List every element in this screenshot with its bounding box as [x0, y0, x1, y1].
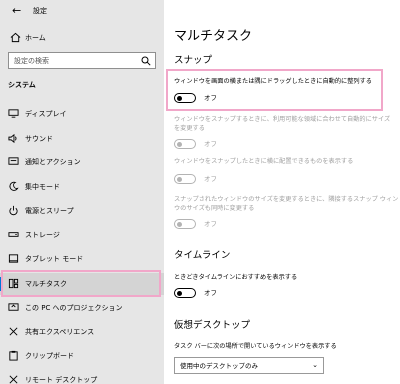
snap-adjacent-state: オフ [204, 220, 217, 228]
sidebar-item-label: クリップボード [25, 352, 74, 360]
notification-icon [8, 157, 19, 165]
snap-drag-state: オフ [204, 94, 217, 102]
display-icon [8, 109, 19, 118]
sidebar-item-projection[interactable]: この PC へのプロジェクション [0, 297, 164, 319]
sidebar-highlight-box [1, 270, 161, 297]
toggle-knob [177, 221, 182, 227]
sidebar-item-label: 共有エクスペリエンス [25, 328, 95, 336]
projection-icon [8, 303, 19, 311]
sidebar-item-clipboard[interactable]: クリップボード [0, 345, 164, 367]
storage-icon [8, 232, 19, 237]
remote-desktop-icon [9, 375, 18, 384]
snap-assist-toggle[interactable] [174, 174, 196, 184]
toggle-knob [177, 290, 182, 296]
back-arrow-icon[interactable]: ← [12, 4, 21, 18]
sidebar-item-display[interactable]: ディスプレイ [0, 103, 164, 125]
page-title: マルチタスク [174, 29, 253, 44]
sidebar-item-label: この PC へのプロジェクション [25, 304, 123, 312]
sidebar-item-label: 電源とスリープ [25, 207, 74, 215]
sidebar-item-label: タブレット モード [25, 255, 84, 263]
snap-adjacent-label-line2: ウのサイズも同時に変更する [174, 205, 255, 212]
section-title-snap: スナップ [174, 55, 213, 66]
home-nav-item[interactable]: ホーム [0, 29, 164, 47]
timeline-suggestions-toggle[interactable] [174, 288, 196, 298]
sidebar: ← 設定 ホーム 設定の検索 システム ディスプレイ サウンド 通知とアクション… [0, 0, 164, 384]
snap-assist-state: オフ [204, 175, 217, 183]
power-icon [9, 205, 18, 216]
sidebar-item-label: ディスプレイ [25, 110, 67, 118]
snap-adjacent-label-line1: スナップされたウィンドウのサイズを変更するときに、隣接するスナップ ウィンド [174, 196, 400, 203]
toggle-knob [177, 176, 182, 182]
sidebar-item-label: サウンド [25, 135, 53, 143]
sidebar-item-focus-assist[interactable]: 集中モード [0, 176, 164, 198]
section-title-timeline: タイムライン [174, 250, 231, 261]
sidebar-item-tablet-mode[interactable]: タブレット モード [0, 248, 164, 270]
snap-resize-toggle[interactable] [174, 139, 196, 149]
home-icon [10, 32, 21, 43]
clipboard-icon [9, 350, 18, 361]
sidebar-item-label: ストレージ [25, 231, 60, 239]
snap-drag-toggle[interactable] [174, 93, 196, 103]
toggle-knob [177, 95, 182, 101]
taskbar-windows-dropdown[interactable]: 使用中のデスクトップのみ ⌄ [174, 357, 324, 374]
search-icon [141, 56, 151, 66]
snap-resize-label-line2: を変更する [174, 125, 205, 132]
moon-icon [9, 181, 19, 191]
sidebar-item-storage[interactable]: ストレージ [0, 224, 164, 246]
timeline-suggestions-state: オフ [204, 289, 217, 297]
taskbar-windows-label: タスク バーに次の場所で開いているウィンドウを表示する [174, 343, 337, 350]
timeline-suggestions-label: ときどきタイムラインにおすすめを表示する [174, 274, 298, 281]
search-input[interactable]: 設定の検索 [8, 52, 156, 69]
sidebar-item-shared-experiences[interactable]: 共有エクスペリエンス [0, 321, 164, 343]
snap-drag-label: ウィンドウを画面の横または隅にドラッグしたときに自動的に整列する [174, 78, 372, 85]
sidebar-item-power-sleep[interactable]: 電源とスリープ [0, 200, 164, 222]
section-heading-system: システム [8, 81, 36, 89]
chevron-down-icon: ⌄ [312, 361, 318, 369]
tablet-icon [8, 254, 19, 263]
snap-highlight-box [166, 69, 383, 111]
sidebar-item-sound[interactable]: サウンド [0, 128, 164, 150]
section-title-virtual-desktops: 仮想デスクトップ [174, 320, 251, 331]
sidebar-item-remote-desktop[interactable]: リモート デスクトップ [0, 369, 164, 384]
share-icon [9, 327, 18, 336]
home-label: ホーム [25, 34, 46, 42]
toggle-knob [177, 141, 182, 147]
snap-resize-label-line1: ウィンドウをスナップするときに、利用可能な領域に合わせて自動的にサイズ [174, 116, 391, 123]
snap-resize-state: オフ [204, 140, 217, 148]
snap-assist-label: ウィンドウをスナップしたときに横に配置できるものを表示する [174, 158, 354, 165]
title-bar: ← 設定 [0, 0, 164, 22]
sidebar-item-label: 通知とアクション [25, 158, 81, 166]
sidebar-item-label: リモート デスクトップ [25, 376, 98, 384]
dropdown-value: 使用中のデスクトップのみ [180, 362, 258, 370]
sidebar-item-notifications[interactable]: 通知とアクション [0, 151, 164, 173]
snap-adjacent-toggle[interactable] [174, 219, 196, 229]
search-placeholder: 設定の検索 [14, 57, 49, 65]
speaker-icon [8, 133, 17, 144]
window-title: 設定 [33, 7, 47, 15]
sidebar-item-label: 集中モード [25, 183, 60, 191]
